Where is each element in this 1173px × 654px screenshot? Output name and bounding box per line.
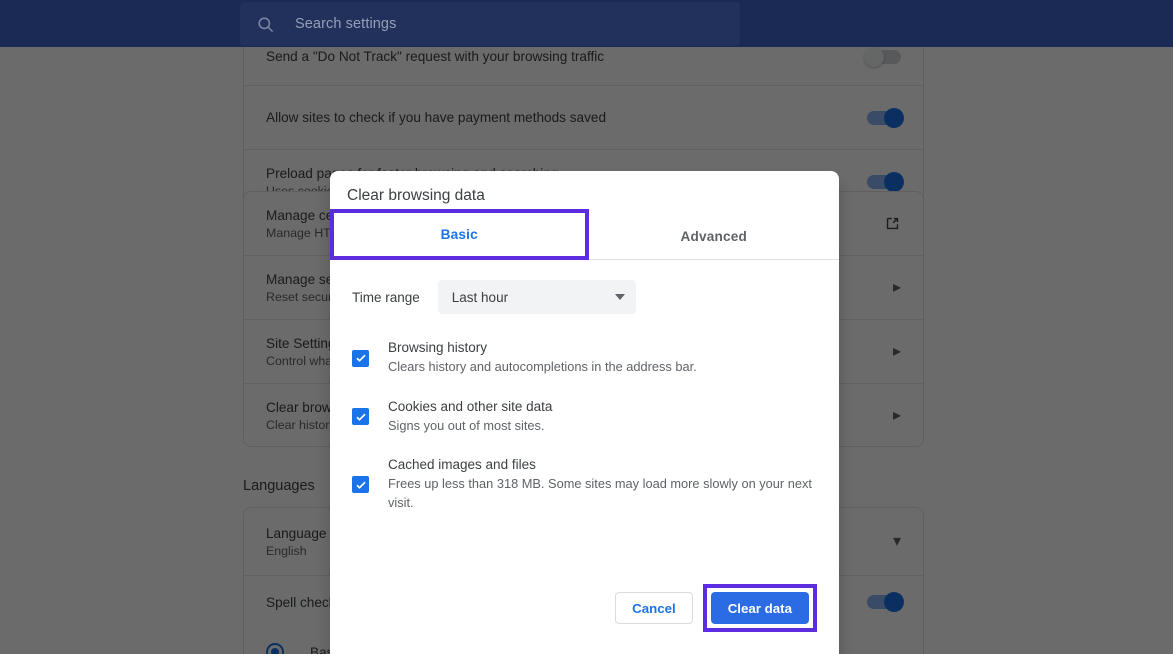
time-range-value: Last hour bbox=[452, 290, 508, 305]
checkbox-texts: Browsing history Clears history and auto… bbox=[388, 340, 697, 377]
checkbox-texts: Cookies and other site data Signs you ou… bbox=[388, 399, 552, 436]
checkbox-browsing-history[interactable] bbox=[352, 350, 369, 367]
clear-data-highlight-box: Clear data bbox=[703, 584, 817, 632]
settings-topbar: Search settings bbox=[0, 0, 1173, 47]
time-range-select[interactable]: Last hour bbox=[438, 280, 636, 314]
checkbox-item-browsing-history[interactable]: Browsing history Clears history and auto… bbox=[352, 340, 817, 377]
checkbox-title: Cached images and files bbox=[388, 457, 817, 472]
checkbox-subtitle: Signs you out of most sites. bbox=[388, 417, 552, 436]
dialog-title: Clear browsing data bbox=[330, 171, 839, 205]
checkbox-title: Cookies and other site data bbox=[388, 399, 552, 414]
checkbox-texts: Cached images and files Frees up less th… bbox=[388, 457, 817, 512]
dialog-footer: Cancel Clear data bbox=[330, 584, 839, 654]
time-range-group: Time range Last hour bbox=[352, 280, 817, 314]
checkbox-subtitle: Clears history and autocompletions in th… bbox=[388, 358, 697, 377]
search-settings-box[interactable]: Search settings bbox=[240, 2, 740, 46]
chevron-down-icon bbox=[615, 294, 625, 300]
screen: Send a "Do Not Track" request with your … bbox=[0, 0, 1173, 654]
dialog-tabs: Basic Advanced bbox=[330, 213, 839, 260]
clear-browsing-data-dialog: Clear browsing data Basic Advanced Time … bbox=[330, 171, 839, 654]
search-input-placeholder[interactable]: Search settings bbox=[295, 16, 396, 32]
search-icon bbox=[256, 15, 275, 34]
checkbox-item-cookies[interactable]: Cookies and other site data Signs you ou… bbox=[352, 399, 817, 436]
checkbox-cookies[interactable] bbox=[352, 408, 369, 425]
checkbox-title: Browsing history bbox=[388, 340, 697, 355]
cancel-button[interactable]: Cancel bbox=[615, 592, 693, 624]
checkbox-subtitle: Frees up less than 318 MB. Some sites ma… bbox=[388, 475, 817, 512]
checkbox-item-cached-images[interactable]: Cached images and files Frees up less th… bbox=[352, 457, 817, 512]
dialog-body: Time range Last hour Browsing history Cl… bbox=[330, 260, 839, 584]
tab-basic[interactable]: Basic bbox=[330, 209, 589, 260]
tab-advanced[interactable]: Advanced bbox=[589, 213, 840, 259]
checkbox-cached-images[interactable] bbox=[352, 476, 369, 493]
clear-data-button[interactable]: Clear data bbox=[711, 592, 809, 624]
time-range-label: Time range bbox=[352, 290, 420, 305]
